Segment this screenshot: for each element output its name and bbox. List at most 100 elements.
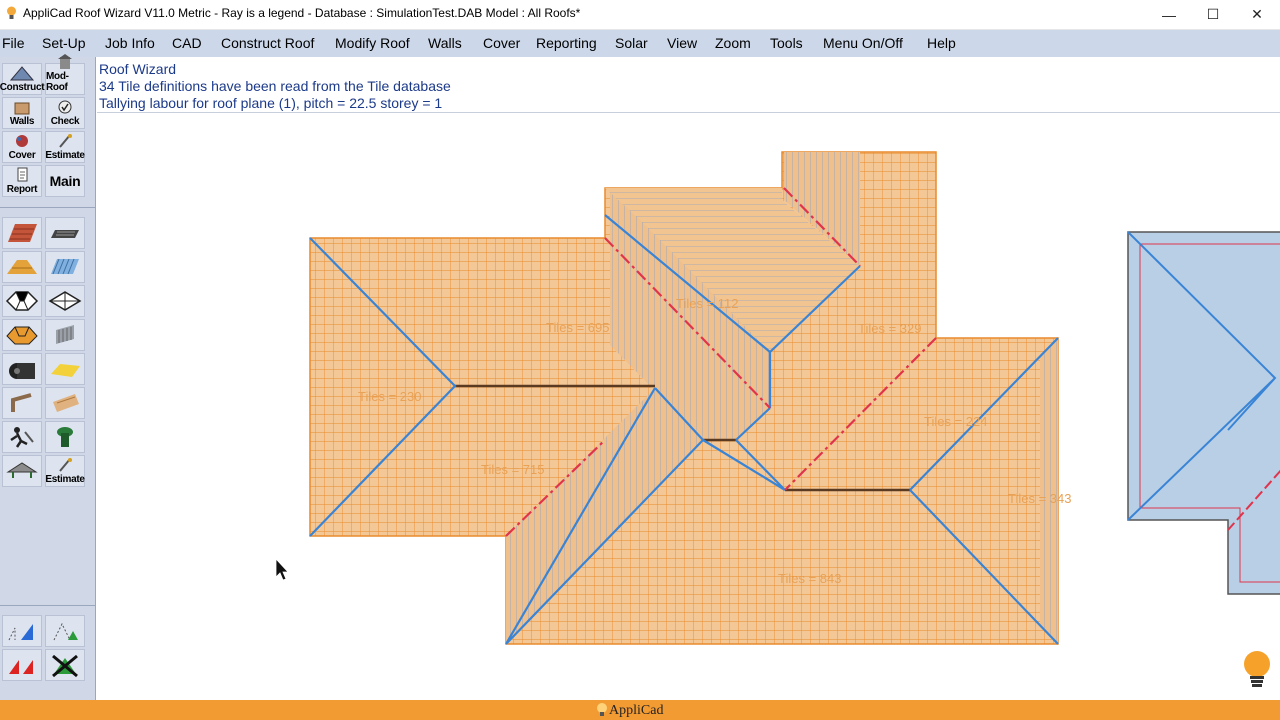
- menu-file[interactable]: File: [2, 35, 25, 51]
- message-panel: Roof Wizard 34 Tile definitions have bee…: [97, 57, 1280, 114]
- corrugated-sheet-icon: [51, 258, 79, 275]
- menu-on-off[interactable]: Menu On/Off: [823, 35, 903, 51]
- menu-help[interactable]: Help: [927, 35, 956, 51]
- toolbar-divider: [0, 207, 95, 208]
- tile-roof-icon: [8, 224, 37, 242]
- tile-count-label: Tiles = 715: [481, 462, 544, 477]
- foil-sheet-icon: [51, 364, 80, 377]
- tile-count-label: Tiles = 230: [358, 389, 421, 404]
- estimate-icon: [59, 134, 72, 148]
- message-line: Roof Wizard: [99, 61, 177, 77]
- menu-job-info[interactable]: Job Info: [105, 35, 155, 51]
- roof-truss-button[interactable]: [2, 455, 42, 487]
- menu-construct-roof[interactable]: Construct Roof: [221, 35, 314, 51]
- foil-sheet-button[interactable]: [45, 353, 85, 385]
- insulation-roll-button[interactable]: [2, 353, 42, 385]
- timber-plank-button[interactable]: [45, 387, 85, 419]
- menu-bar: File Set-Up Job Info CAD Construct Roof …: [0, 30, 1280, 57]
- tile-count-label: Tiles = 843: [778, 571, 841, 586]
- pitch-blue-icon: [8, 624, 33, 641]
- main-button[interactable]: Main: [45, 165, 85, 197]
- window-title: AppliCad Roof Wizard V11.0 Metric - Ray …: [23, 6, 581, 20]
- menu-modify-roof[interactable]: Modify Roof: [335, 35, 410, 51]
- mod-roof-icon: [58, 54, 72, 69]
- left-toolbar: Construct Mod-Roof Walls Check Cover Est…: [0, 54, 96, 700]
- roof-truss-icon: [6, 462, 38, 478]
- corrugated-sheet-button[interactable]: [45, 251, 85, 283]
- gutter-icon: [11, 393, 32, 412]
- menu-walls[interactable]: Walls: [428, 35, 462, 51]
- message-line: 34 Tile definitions have been read from …: [99, 78, 451, 94]
- hip-roof-outline-button[interactable]: [2, 285, 42, 317]
- title-bar: AppliCad Roof Wizard V11.0 Metric - Ray …: [0, 0, 1280, 30]
- toolbar-divider: [0, 605, 95, 606]
- hip-roof-tool-button[interactable]: [2, 319, 42, 351]
- construct-icon: [9, 66, 35, 81]
- insulation-roll-icon: [9, 363, 35, 379]
- pitch-blue-button[interactable]: [2, 615, 42, 647]
- menu-zoom[interactable]: Zoom: [715, 35, 751, 51]
- report-button[interactable]: Report: [2, 165, 42, 197]
- mod-roof-button[interactable]: Mod-Roof: [45, 54, 85, 95]
- gutter-button[interactable]: [2, 387, 42, 419]
- walls-button[interactable]: Walls: [2, 97, 42, 129]
- roof-plan: Tiles = 695 Tiles = 230 Tiles = 715 Tile…: [275, 151, 1280, 687]
- close-button[interactable]: ✕: [1234, 0, 1280, 29]
- hip-roof-outline-icon: [5, 291, 39, 311]
- estimate-button-2[interactable]: Estimate: [45, 455, 85, 487]
- status-bar: AppliCad: [0, 700, 1280, 720]
- construct-button[interactable]: Construct: [0, 63, 45, 95]
- pyramid-roof-button[interactable]: [45, 285, 85, 317]
- mouse-cursor-icon: [275, 557, 289, 581]
- tile-count-label: Tiles = 224: [924, 414, 987, 429]
- downpipe-button[interactable]: [45, 421, 85, 453]
- red-pitch-icon: [9, 660, 33, 674]
- applicad-logo-icon: [597, 703, 607, 716]
- menu-set-up[interactable]: Set-Up: [42, 35, 86, 51]
- timber-plank-icon: [53, 394, 79, 412]
- half-tile-button[interactable]: [2, 251, 42, 283]
- tile-count-label: Tiles = 112: [676, 296, 739, 311]
- worker-button[interactable]: [2, 421, 42, 453]
- tile-count-label: Tiles = 343: [1008, 491, 1071, 506]
- menu-cad[interactable]: CAD: [172, 35, 202, 51]
- hip-roof-tool-icon: [6, 326, 38, 345]
- drawing-canvas[interactable]: Tiles = 695 Tiles = 230 Tiles = 715 Tile…: [96, 113, 1280, 700]
- menu-view[interactable]: View: [667, 35, 697, 51]
- brand-label: AppliCad: [609, 703, 664, 718]
- red-pitch-button[interactable]: [2, 649, 42, 681]
- half-tile-icon: [7, 260, 37, 274]
- menu-solar[interactable]: Solar: [615, 35, 648, 51]
- downpipe-icon: [57, 427, 73, 447]
- metal-sheet-button[interactable]: [45, 217, 85, 249]
- tile-count-label: Tiles = 329: [858, 321, 921, 336]
- check-icon: [58, 100, 72, 114]
- cover-button[interactable]: Cover: [2, 131, 42, 163]
- worker-icon: [10, 427, 34, 448]
- pyramid-roof-icon: [48, 291, 82, 311]
- report-icon: [17, 167, 28, 182]
- pitch-green-button[interactable]: [45, 615, 85, 647]
- tile-count-label: Tiles = 695: [546, 320, 609, 335]
- lightbulb-icon: [1244, 651, 1270, 687]
- delete-pitch-button[interactable]: [45, 649, 85, 681]
- estimate-icon: [59, 458, 72, 472]
- tile-roof-button[interactable]: [2, 217, 42, 249]
- roof-plane-2[interactable]: [1127, 231, 1280, 595]
- wall-panel-button[interactable]: [45, 319, 85, 351]
- cover-icon: [16, 135, 28, 147]
- wall-panel-icon: [56, 325, 74, 344]
- maximize-button[interactable]: ☐: [1190, 0, 1236, 29]
- metal-sheet-icon: [51, 230, 79, 238]
- menu-reporting[interactable]: Reporting: [536, 35, 597, 51]
- pitch-green-icon: [53, 622, 78, 641]
- walls-icon: [14, 102, 30, 115]
- message-line: Tallying labour for roof plane (1), pitc…: [99, 95, 443, 111]
- applicad-bulb-icon: [7, 6, 16, 19]
- check-button[interactable]: Check: [45, 97, 85, 129]
- menu-tools[interactable]: Tools: [770, 35, 803, 51]
- estimate-button[interactable]: Estimate: [45, 131, 85, 163]
- delete-pitch-icon: [52, 654, 78, 678]
- minimize-button[interactable]: —: [1146, 0, 1192, 29]
- menu-cover[interactable]: Cover: [483, 35, 520, 51]
